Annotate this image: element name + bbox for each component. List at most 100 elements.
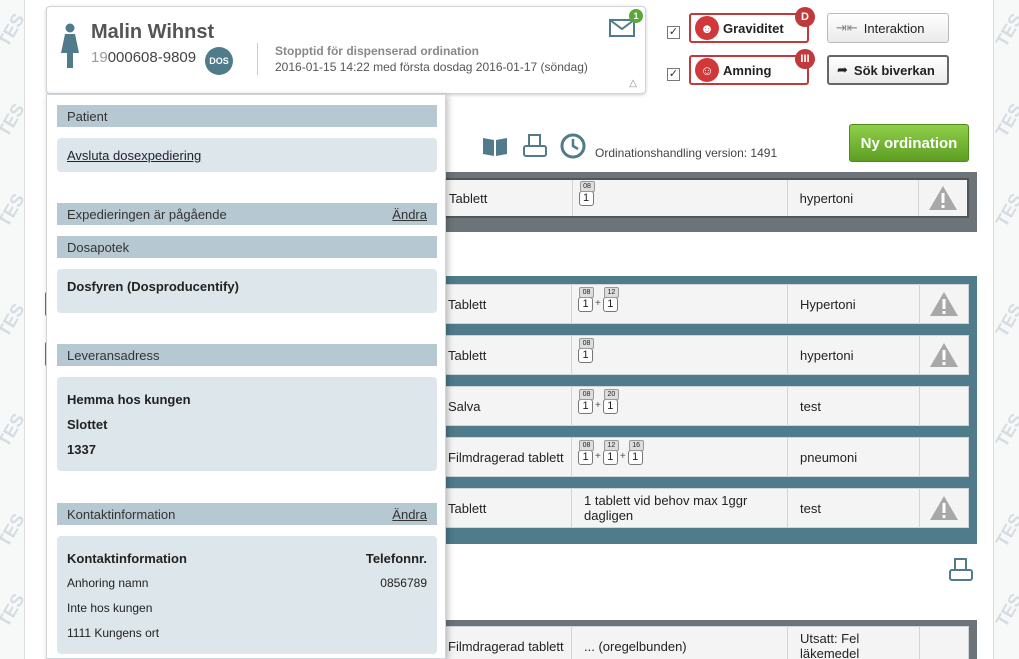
warning-cell	[920, 387, 968, 425]
dose-time: 08	[579, 388, 594, 400]
version-label: Ordinationshandling version: 1491	[595, 146, 778, 160]
dosapotek-value: Dosfyren (Dosproducentify)	[67, 279, 239, 294]
warning-cell	[920, 438, 968, 476]
form-cell: Filmdragerad tablett	[442, 627, 572, 659]
indication-cell: pneumoni	[788, 438, 920, 476]
amning-checkbox[interactable]: ✓	[667, 68, 680, 81]
watermark-text: TES	[991, 510, 1019, 551]
watermark-text: TES	[991, 100, 1019, 141]
graviditet-label: Graviditet	[723, 20, 784, 36]
print-icon[interactable]	[521, 132, 549, 160]
telefon-label: Telefonnr.	[365, 551, 427, 566]
dose-box: 20 1	[602, 388, 619, 414]
andra-link[interactable]: Ändra	[392, 507, 427, 522]
address-line: Hemma hos kungen	[67, 392, 191, 407]
kontakt-phone: 0856789	[380, 576, 427, 590]
section-title: Leveransadress	[67, 347, 160, 363]
female-person-icon	[61, 23, 79, 68]
address-line: Slottet	[67, 417, 108, 432]
mail-count-badge: 1	[629, 9, 643, 23]
kontakt-label: Kontaktinformation	[67, 551, 187, 566]
print-icon[interactable]	[947, 556, 975, 584]
form-cell: Filmdragerad tablett	[442, 438, 572, 476]
dose-plus: +	[595, 450, 601, 462]
dose-time: 08	[579, 286, 594, 298]
andra-link[interactable]: Ändra	[392, 207, 427, 222]
kontakt-header-row: Kontaktinformation Telefonnr.	[67, 546, 427, 571]
indication-cell: test	[788, 489, 920, 527]
warning-cell[interactable]	[919, 180, 967, 216]
pregnancy-icon: ☻	[695, 16, 719, 40]
watermark-text: TES	[991, 590, 1019, 631]
table-row[interactable]: Tablett 1 tablett vid behov max 1ggr dag…	[441, 488, 969, 528]
dose-box: 12 1	[602, 286, 619, 312]
address-line: 1337	[67, 442, 96, 457]
patient-id-rest: 000608-9809	[107, 49, 197, 66]
section-body-patient: Avsluta dosexpediering	[57, 138, 437, 172]
indication-cell: Hypertoni	[788, 285, 920, 323]
dose-time: 08	[579, 180, 595, 192]
dose-box: 08 1	[578, 180, 595, 206]
dose-box: 08 1	[578, 286, 594, 312]
form-cell: Tablett	[443, 180, 573, 216]
table-row[interactable]: Tablett 08 1 hypertoni	[441, 178, 969, 218]
section-title: Expedieringen är pågående	[67, 206, 227, 222]
section-title: Kontaktinformation	[67, 506, 176, 522]
sok-biverkan-button[interactable]: ➦ Sök biverkan	[827, 55, 949, 85]
section-header-expediering: Expedieringen är pågående Ändra	[57, 203, 437, 225]
dose-box: 08 1	[578, 337, 594, 363]
amning-button[interactable]: ☺ Amning III	[689, 49, 815, 85]
section-body-leverans: Hemma hos kungen Slottet 1337	[57, 377, 437, 471]
form-cell: Tablett	[442, 489, 572, 527]
medication-group: Filmdragerad tablett ... (oregelbunden) …	[441, 620, 977, 659]
dose-text-cell: ... (oregelbunden)	[572, 627, 788, 659]
graviditet-checkbox[interactable]: ✓	[667, 26, 680, 39]
dose-cell: 08 1 +12 1	[572, 285, 788, 323]
section-header-kontakt: Kontaktinformation Ändra	[57, 503, 437, 525]
section-body-kontakt: Kontaktinformation Telefonnr. Anhoring n…	[57, 536, 437, 654]
dose-plus: +	[619, 450, 626, 462]
dose-time: 16	[628, 439, 644, 451]
section-title: Dosapotek	[67, 239, 130, 255]
dose-time: 08	[579, 439, 594, 451]
patient-name: Malin Wihnst	[91, 21, 215, 43]
dose-plus: +	[595, 399, 601, 411]
table-row[interactable]: Salva 08 1 +20 1 test	[441, 386, 969, 426]
patient-header: Malin Wihnst 19000608-9809 DOS Stopptid …	[46, 6, 646, 94]
dose-cell: 08 1 +20 1	[572, 387, 788, 425]
patient-id: 19000608-9809	[91, 49, 196, 66]
interaktion-label: Interaktion	[863, 20, 925, 36]
stop-title: Stopptid för dispenserad ordination	[275, 44, 479, 58]
stop-text: 2016-01-15 14:22 med första dosdag 2016-…	[275, 60, 588, 74]
table-row[interactable]: Filmdragerad tablett 08 1 +12 1 +16 1 pneumon…	[441, 437, 969, 477]
amning-badge: III	[795, 49, 815, 69]
watermark-text: TES	[991, 10, 1019, 51]
book-icon[interactable]	[481, 132, 509, 160]
table-row[interactable]: Filmdragerad tablett ... (oregelbunden) …	[441, 626, 969, 659]
medication-group: Tablett 08 1 hypertoni	[441, 172, 977, 232]
kontakt-line: Inte hos kungen	[67, 601, 153, 615]
share-arrow-icon: ➦	[837, 62, 848, 77]
graviditet-badge: D	[795, 7, 815, 27]
dose-box: 12 1	[602, 439, 619, 465]
collapse-icon[interactable]: △	[629, 78, 637, 89]
table-row[interactable]: Tablett 08 1 hypertoni	[441, 335, 969, 375]
warning-cell[interactable]	[920, 489, 968, 527]
medication-group: Tablett 08 1 +12 1 Hypertoni Tablett 08 1 hy…	[441, 276, 977, 544]
clock-icon[interactable]	[559, 132, 587, 160]
warning-cell	[920, 627, 968, 659]
dose-box: 08 1	[578, 439, 594, 465]
section-header-dosapotek: Dosapotek	[57, 236, 437, 258]
dose-text-cell: 1 tablett vid behov max 1ggr dagligen	[572, 489, 788, 527]
section-header-leverans: Leveransadress	[57, 344, 437, 366]
new-ordination-button[interactable]: Ny ordination	[849, 124, 969, 162]
warning-cell[interactable]	[920, 285, 968, 323]
table-row[interactable]: Tablett 08 1 +12 1 Hypertoni	[441, 284, 969, 324]
avsluta-dosexpediering-link[interactable]: Avsluta dosexpediering	[67, 148, 201, 163]
patient-info-panel: Patient Avsluta dosexpediering Expedieri…	[46, 94, 446, 659]
form-cell: Salva	[442, 387, 572, 425]
kontakt-line: 1111 Kungens ort	[67, 626, 160, 640]
graviditet-button[interactable]: ☻ Graviditet D	[689, 7, 815, 43]
warning-cell[interactable]	[920, 336, 968, 374]
interaktion-button[interactable]: ⇥⇤ Interaktion	[827, 13, 949, 43]
